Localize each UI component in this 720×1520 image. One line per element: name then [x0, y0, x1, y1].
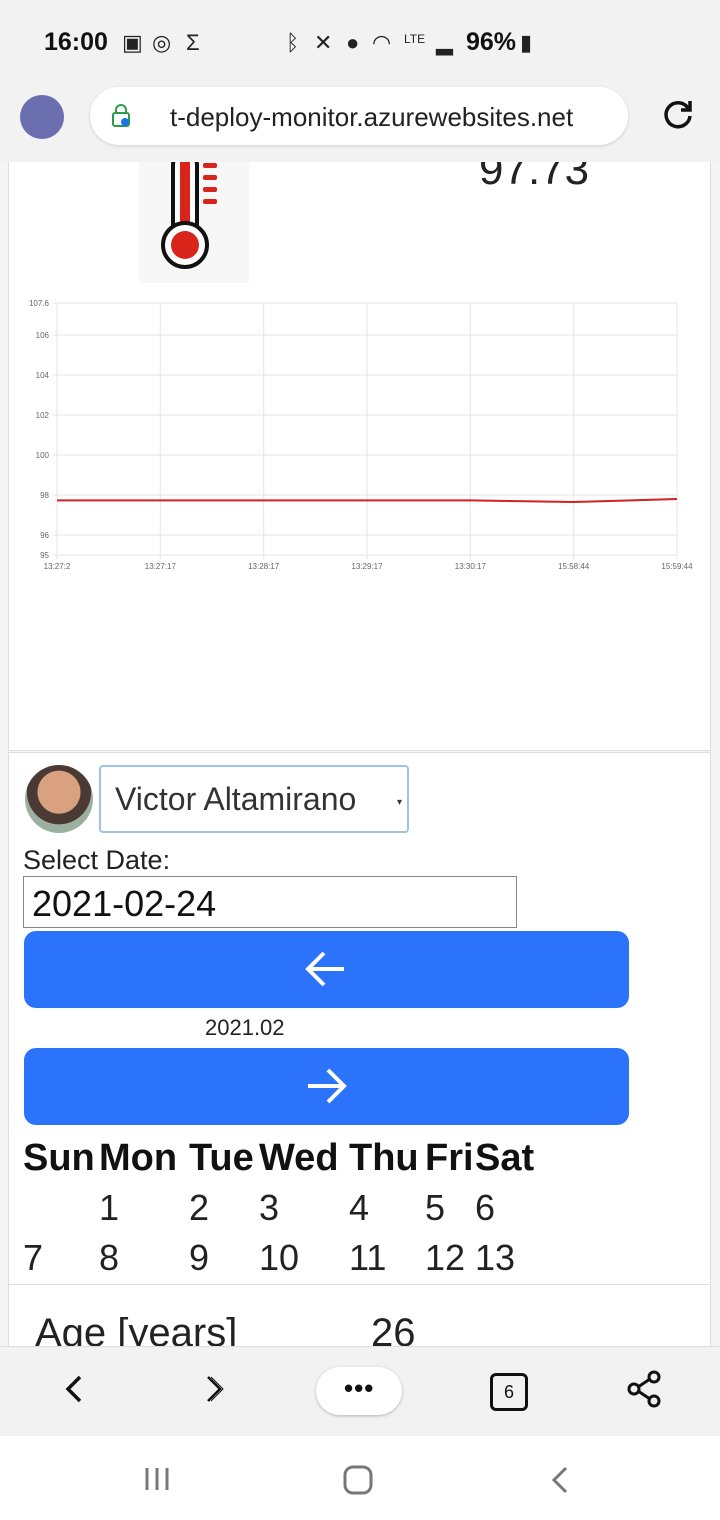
y-tick-label: 106 [36, 331, 50, 340]
share-icon[interactable] [626, 1369, 662, 1409]
home-icon[interactable] [342, 1464, 374, 1496]
calendar-day[interactable]: 9 [189, 1237, 209, 1279]
x-tick-label: 13:29:17 [351, 562, 383, 571]
y-tick-label: 102 [36, 411, 50, 420]
battery-percent: 96% [466, 28, 517, 56]
y-tick-label: 107.6 [29, 299, 50, 308]
user-select[interactable]: Victor Altamirano ▾ [99, 765, 409, 833]
x-tick-label: 15:58:44 [558, 562, 590, 571]
temperature-value: 97.73 [479, 162, 590, 194]
status-bar: 16:00 ▣ ◎ Σ ᛒ ✕ ● ◠ LTE ▂ 96% ▮ [0, 0, 720, 86]
calendar-header-thu: Thu [349, 1137, 419, 1179]
address-bar[interactable]: t-deploy-monitor.azurewebsites.net [90, 87, 628, 145]
mute-icon: ✕ [314, 30, 333, 55]
x-tick-label: 13:27:17 [145, 562, 177, 571]
back-icon[interactable] [62, 1369, 86, 1409]
menu-button[interactable]: ••• [316, 1367, 402, 1415]
calendar-day[interactable]: 8 [99, 1237, 119, 1279]
gallery-icon: ▣ [122, 30, 143, 55]
lte-icon: LTE [404, 32, 426, 46]
user-select-value: Victor Altamirano [115, 781, 357, 817]
browser-bottom-bar: ••• 6 [0, 1346, 720, 1437]
y-tick-label: 100 [36, 451, 50, 460]
whatsapp-icon: ◎ [152, 30, 172, 55]
sigma-icon: Σ [186, 30, 200, 55]
wifi-icon: ◠ [372, 30, 392, 55]
calendar-header-tue: Tue [189, 1137, 254, 1179]
temperature-card: 97.73 107.6 106 104 102 100 98 96 95 13:27:2 13:… [8, 162, 711, 751]
calendar-header-sat: Sat [475, 1137, 535, 1179]
temperature-chart: 107.6 106 104 102 100 98 96 95 13:27:2 13:27:17 1… [29, 299, 693, 571]
current-month-label: 2021.02 [205, 1015, 285, 1040]
calendar-day[interactable]: 3 [259, 1187, 279, 1229]
x-tick-label: 15:59:44 [661, 562, 693, 571]
arrow-left-icon [305, 951, 344, 987]
x-tick-label: 13:28:17 [248, 562, 280, 571]
next-month-button[interactable] [24, 1048, 629, 1125]
calendar-header-wed: Wed [259, 1137, 339, 1179]
lock-icon [112, 104, 130, 127]
date-input-value: 2021-02-24 [32, 883, 217, 924]
browser-profile-icon[interactable] [20, 95, 64, 139]
location-icon: ● [346, 30, 360, 55]
x-tick-label: 13:27:2 [44, 562, 71, 571]
page-content: 97.73 107.6 106 104 102 100 98 96 95 13:27:2 13:… [0, 162, 720, 1346]
reload-icon[interactable] [660, 96, 696, 132]
calendar-day[interactable]: 6 [475, 1187, 495, 1229]
calendar-day[interactable]: 12 [425, 1237, 465, 1279]
forward-icon[interactable] [202, 1369, 226, 1409]
user-card: Victor Altamirano ▾ Select Date: 2021-02… [8, 752, 711, 1346]
battery-icon: ▮ [520, 30, 533, 55]
calendar-day[interactable]: 13 [475, 1237, 515, 1279]
x-tick-label: 13:30:17 [455, 562, 487, 571]
system-nav-bar [0, 1436, 720, 1520]
info-card: Age [years] 26 [8, 1284, 711, 1346]
calendar-day[interactable]: 4 [349, 1187, 369, 1229]
thermometer-icon [139, 162, 249, 283]
calendar-day[interactable]: 7 [23, 1237, 43, 1279]
calendar-day[interactable]: 2 [189, 1187, 209, 1229]
calendar-day[interactable]: 5 [425, 1187, 445, 1229]
date-input[interactable]: 2021-02-24 [23, 876, 517, 928]
y-tick-label: 95 [40, 551, 49, 560]
previous-month-button[interactable] [24, 931, 629, 1008]
calendar-header-fri: Fri [425, 1137, 474, 1179]
recent-apps-icon[interactable] [142, 1464, 172, 1494]
tabs-button[interactable]: 6 [490, 1373, 528, 1411]
url-text: t-deploy-monitor.azurewebsites.net [170, 102, 574, 132]
calendar-day[interactable]: 10 [259, 1237, 299, 1279]
user-avatar [25, 765, 93, 833]
arrow-right-icon [308, 1068, 347, 1104]
back-nav-icon[interactable] [548, 1464, 572, 1496]
signal-icon: ▂ [436, 30, 453, 55]
y-tick-label: 96 [40, 531, 49, 540]
status-time: 16:00 [44, 28, 108, 56]
calendar-header-mon: Mon [99, 1137, 178, 1179]
select-date-label: Select Date: [23, 845, 171, 875]
calendar-day[interactable]: 11 [349, 1237, 386, 1279]
age-value: 26 [371, 1311, 416, 1346]
chevron-down-icon: ▾ [397, 797, 403, 808]
age-label: Age [years] [35, 1311, 238, 1346]
calendar-header-sun: Sun [23, 1137, 95, 1179]
y-tick-label: 98 [40, 491, 49, 500]
more-icon: ••• [344, 1373, 375, 1403]
calendar-day[interactable]: 1 [99, 1187, 119, 1229]
y-tick-label: 104 [36, 371, 50, 380]
bluetooth-icon: ᛒ [286, 30, 300, 55]
